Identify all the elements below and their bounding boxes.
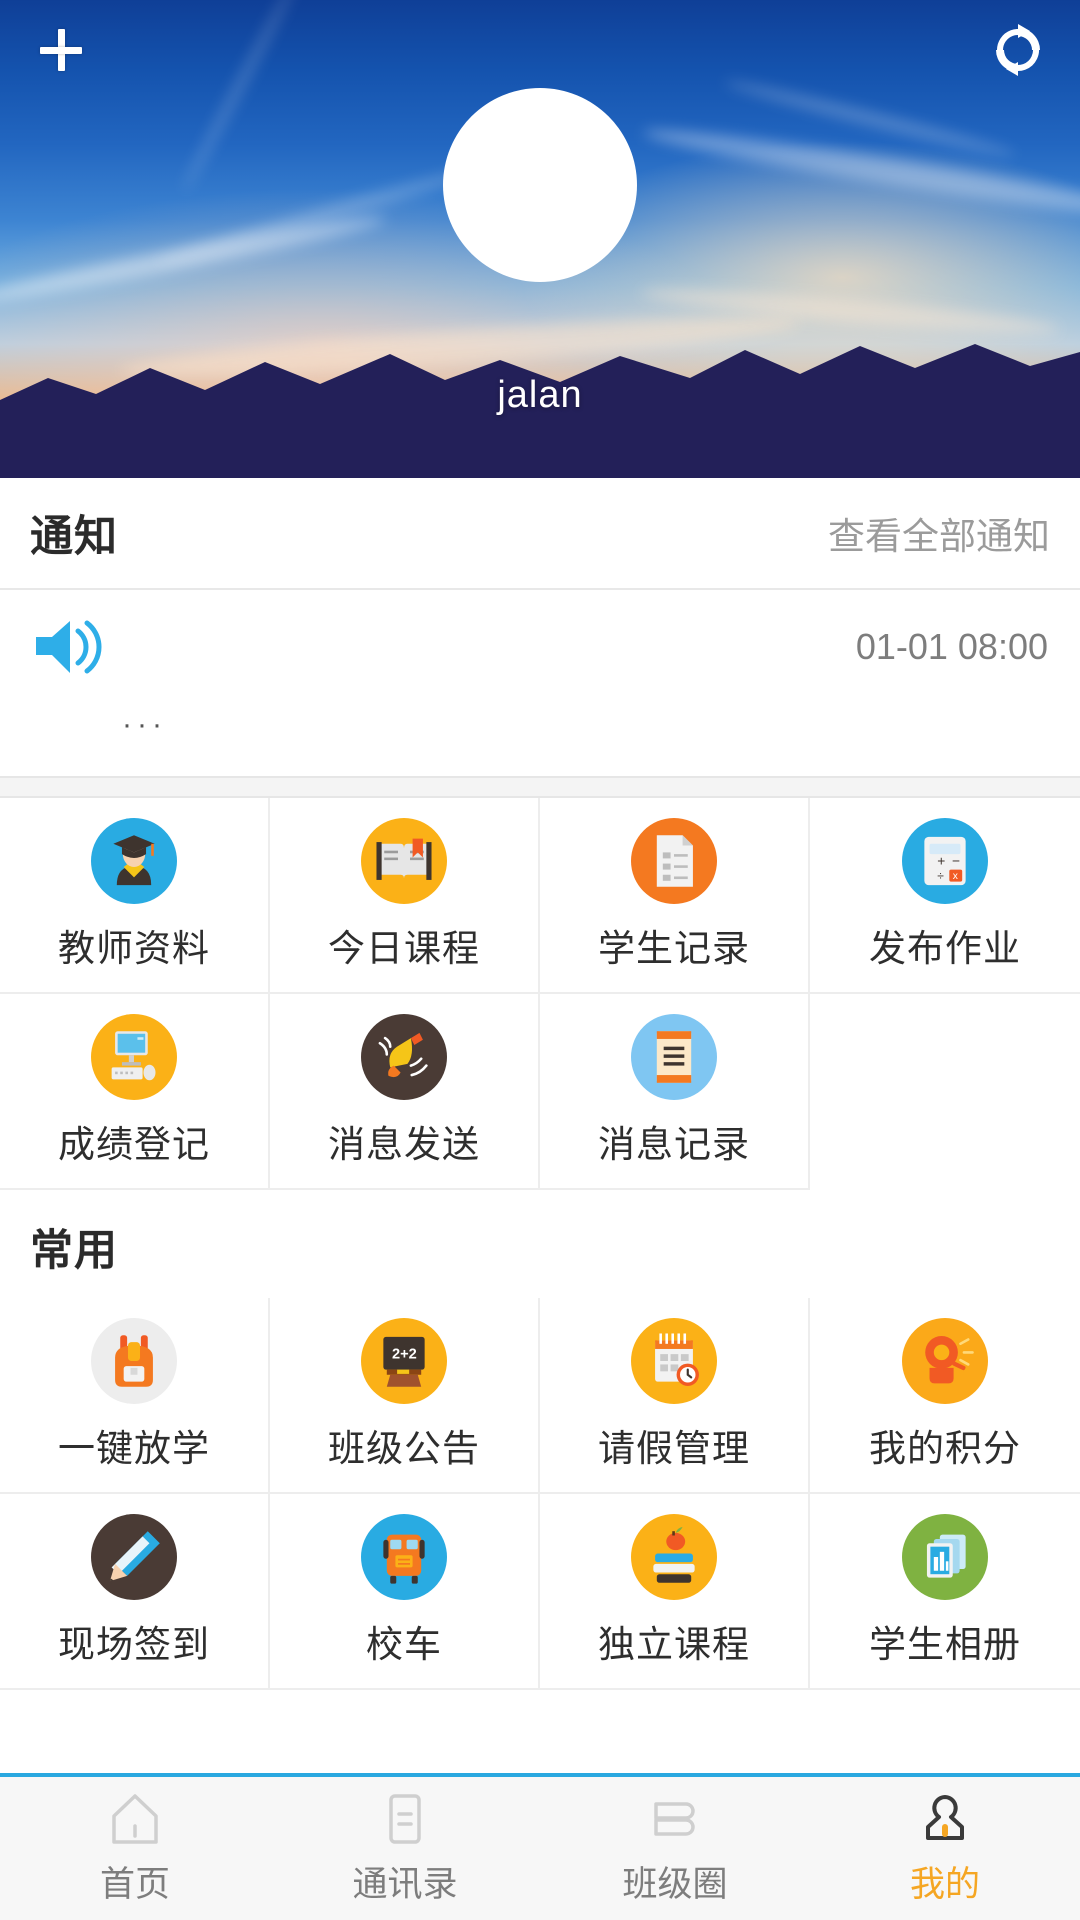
tab-label: 我的 (909, 1865, 980, 1904)
grid-item-label: 消息记录 (598, 1124, 750, 1165)
plus-icon[interactable] (34, 23, 88, 77)
grid-item-placeholder (810, 994, 1080, 1190)
speaker-icon (36, 620, 102, 674)
grid-item-label: 请假管理 (598, 1428, 750, 1469)
common-grid: 一键放学 2+2 班级公告 请假管理 我的积分现场签到 校车 独立课程 学生相册 (0, 1298, 1080, 1690)
backpack-icon (91, 1318, 177, 1404)
grid-item-今日课程[interactable]: 今日课程 (270, 798, 540, 994)
blackboard-icon: 2+2 (361, 1318, 447, 1404)
grid-item-学生记录[interactable]: 学生记录 (540, 798, 810, 994)
grid-item-label: 班级公告 (328, 1428, 480, 1469)
grid-item-校车[interactable]: 校车 (270, 1494, 540, 1690)
view-all-notices-link[interactable]: 查看全部通知 (828, 506, 1050, 560)
note-icon (631, 1014, 717, 1100)
grid-item-我的积分[interactable]: 我的积分 (810, 1298, 1080, 1494)
function-grid: 教师资料 今日课程 学生记录 + − ÷ x 发布作业成绩登记 消息发送 消息记录 (0, 798, 1080, 1190)
grid-item-label: 独立课程 (598, 1624, 750, 1665)
grid-item-现场签到[interactable]: 现场签到 (0, 1494, 270, 1690)
grid-item-班级公告[interactable]: 2+2 班级公告 (270, 1298, 540, 1494)
grid-item-独立课程[interactable]: 独立课程 (540, 1494, 810, 1690)
calendar-icon (631, 1318, 717, 1404)
svg-text:x: x (953, 871, 959, 882)
avatar[interactable] (443, 88, 637, 282)
grid-item-成绩登记[interactable]: 成绩登记 (0, 994, 270, 1190)
notice-item[interactable]: 01-01 08:00 ··· (0, 590, 1080, 776)
profile-cover: jalan (0, 0, 1080, 478)
notice-content: ··· (122, 708, 167, 741)
notice-title: 通知 (30, 513, 118, 561)
tab-label: 通讯录 (352, 1865, 458, 1904)
section-divider (0, 776, 1080, 798)
tab-首页[interactable]: 首页 (0, 1777, 270, 1920)
schoolbus-icon (361, 1514, 447, 1600)
tab-班级圈[interactable]: 班级圈 (540, 1777, 810, 1920)
tab-通讯录[interactable]: 通讯录 (270, 1777, 540, 1920)
grid-item-教师资料[interactable]: 教师资料 (0, 798, 270, 994)
grid-item-label: 现场签到 (58, 1624, 210, 1665)
computer-icon (91, 1014, 177, 1100)
bell-icon (361, 1014, 447, 1100)
grid-item-label: 学生记录 (598, 928, 750, 969)
grid-item-label: 教师资料 (58, 928, 210, 969)
grid-item-label: 成绩登记 (58, 1124, 210, 1165)
svg-text:÷: ÷ (937, 869, 944, 883)
document-icon (631, 818, 717, 904)
calculator-icon: + −÷ x (902, 818, 988, 904)
cover-toolbar (0, 0, 1080, 100)
tab-我的[interactable]: 我的 (810, 1777, 1080, 1920)
book-icon (361, 818, 447, 904)
tab-label: 班级圈 (622, 1865, 728, 1904)
feed-icon (654, 1802, 695, 1836)
app-root: jalan 通知 查看全部通知 01-01 08:00 ··· 教师资料 今日课程… (0, 0, 1080, 1920)
grid-item-label: 我的积分 (869, 1428, 1021, 1469)
graduate-icon (91, 818, 177, 904)
grid-item-label: 消息发送 (328, 1124, 480, 1165)
notice-section-header: 通知 查看全部通知 (0, 478, 1080, 590)
grid-item-label: 发布作业 (869, 928, 1021, 969)
content-scroll-area[interactable]: 通知 查看全部通知 01-01 08:00 ··· 教师资料 今日课程 学生记录 + −… (0, 478, 1080, 1773)
grid-item-label: 一键放学 (58, 1428, 210, 1469)
svg-text:+: + (937, 853, 945, 868)
alarm-icon (902, 1318, 988, 1404)
bottom-tab-bar: 首页 通讯录 班级圈 我的 (0, 1773, 1080, 1920)
svg-text:−: − (952, 853, 960, 868)
grid-item-一键放学[interactable]: 一键放学 (0, 1298, 270, 1494)
user-name: jalan (497, 374, 583, 416)
cloud-decoration (154, 164, 476, 270)
person-icon (926, 1795, 964, 1840)
contacts-icon (389, 1794, 421, 1844)
grid-item-label: 今日课程 (328, 928, 480, 969)
books-icon (631, 1514, 717, 1600)
common-section-title: 常用 (0, 1190, 1080, 1298)
grid-item-发布作业[interactable]: + − ÷ x 发布作业 (810, 798, 1080, 994)
grid-item-label: 学生相册 (869, 1624, 1021, 1665)
cloud-decoration (0, 209, 388, 311)
tab-label: 首页 (99, 1865, 170, 1904)
pencil-icon (91, 1514, 177, 1600)
grid-item-消息发送[interactable]: 消息发送 (270, 994, 540, 1190)
cloud-decoration (641, 119, 1080, 227)
notice-timestamp: 01-01 08:00 (855, 626, 1048, 667)
grid-item-请假管理[interactable]: 请假管理 (540, 1298, 810, 1494)
home-icon (112, 1794, 158, 1844)
grid-item-label: 校车 (366, 1624, 442, 1665)
notice-item-top-row: 01-01 08:00 (32, 616, 1048, 678)
svg-text:2+2: 2+2 (392, 1346, 417, 1362)
grid-item-学生相册[interactable]: 学生相册 (810, 1494, 1080, 1690)
grid-item-消息记录[interactable]: 消息记录 (540, 994, 810, 1190)
photos-icon (902, 1514, 988, 1600)
refresh-icon[interactable] (990, 22, 1046, 78)
